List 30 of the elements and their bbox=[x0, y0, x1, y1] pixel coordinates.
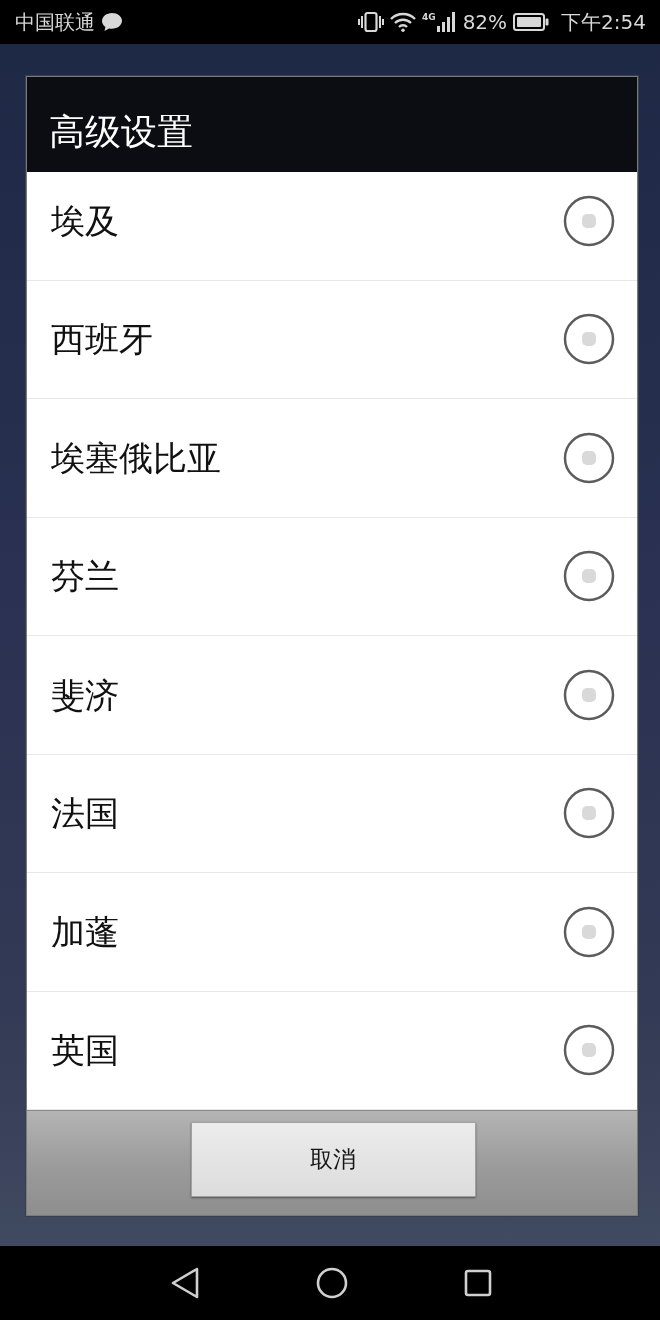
option-label[interactable]: 西班牙 bbox=[51, 318, 153, 361]
battery-percentage: 82% bbox=[462, 10, 508, 34]
radio-button[interactable] bbox=[563, 550, 615, 603]
radio-button[interactable] bbox=[563, 431, 615, 484]
radio-button[interactable] bbox=[563, 668, 615, 721]
recent-apps-icon[interactable] bbox=[464, 1269, 492, 1297]
radio-button[interactable] bbox=[563, 313, 615, 366]
option-label[interactable]: 加蓬 bbox=[51, 910, 119, 953]
option-label[interactable]: 英国 bbox=[51, 1029, 119, 1072]
wifi-icon bbox=[389, 12, 416, 32]
cancel-button[interactable]: 取消 bbox=[190, 1122, 476, 1197]
vibrate-icon bbox=[357, 11, 384, 33]
radio-button[interactable] bbox=[563, 787, 615, 840]
chat-bubble-icon bbox=[101, 12, 123, 32]
battery-icon bbox=[513, 13, 550, 31]
clock-time: 下午2:54 bbox=[561, 10, 646, 34]
network-type-label: 4G bbox=[421, 12, 436, 22]
option-label[interactable]: 法国 bbox=[51, 792, 119, 835]
option-label[interactable]: 芬兰 bbox=[51, 555, 119, 598]
radio-button[interactable] bbox=[563, 194, 615, 247]
option-label[interactable]: 埃塞俄比亚 bbox=[51, 436, 221, 479]
radio-button[interactable] bbox=[563, 905, 615, 958]
home-icon[interactable] bbox=[316, 1267, 348, 1299]
dialog-title: 高级设置 bbox=[49, 109, 193, 154]
signal-icon bbox=[436, 12, 457, 32]
back-icon[interactable] bbox=[170, 1266, 200, 1300]
option-label[interactable]: 埃及 bbox=[51, 199, 119, 242]
radio-button[interactable] bbox=[563, 1024, 615, 1077]
option-label[interactable]: 斐济 bbox=[51, 673, 119, 716]
carrier-name: 中国联通 bbox=[15, 10, 95, 34]
